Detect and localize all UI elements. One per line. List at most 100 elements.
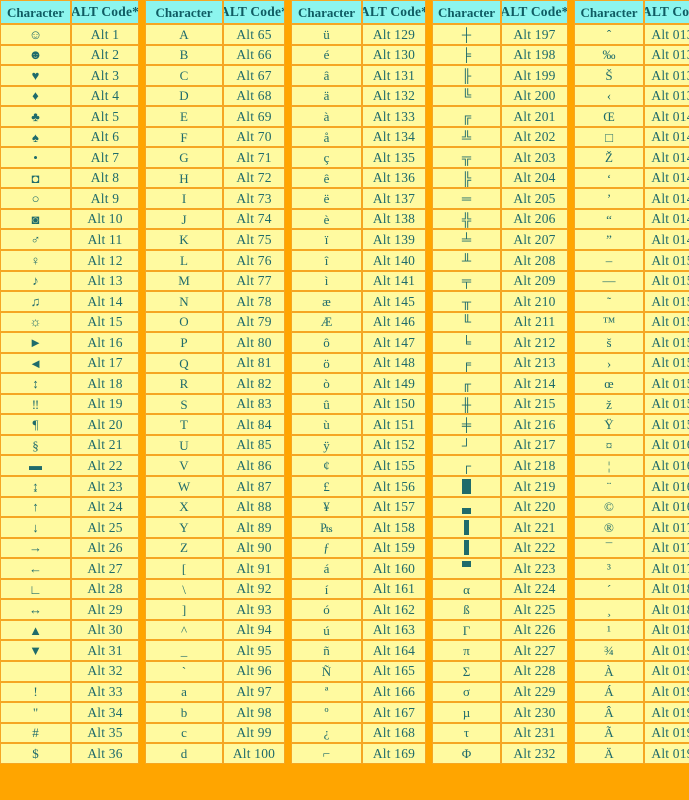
- character-cell: Γ: [432, 619, 501, 641]
- table-row: X Alt 88: [145, 496, 285, 518]
- character-cell: b: [145, 702, 223, 723]
- character-cell: P: [145, 332, 223, 353]
- alt-code-cell: Alt 81: [223, 352, 285, 374]
- alt-code-cell: Alt 169: [362, 743, 426, 764]
- character-cell: ↑: [0, 496, 71, 518]
- alt-code-cell: Alt 228: [501, 660, 568, 682]
- table-row: ☺ Alt 1: [0, 24, 139, 45]
- character-cell: [432, 537, 501, 559]
- table-row: N Alt 78: [145, 291, 285, 312]
- character-cell: X: [145, 496, 223, 518]
- alt-code-cell: Alt 167: [362, 702, 426, 723]
- character-cell: □: [574, 126, 644, 148]
- alt-code-cell: Alt 0145: [644, 167, 689, 189]
- alt-code-cell: Alt 211: [501, 311, 568, 333]
- table-row: π Alt 227: [432, 640, 568, 661]
- table-row: ╦ Alt 203: [432, 147, 568, 168]
- alt-code-cell: Alt 130: [362, 44, 426, 66]
- character-cell: ¦: [574, 455, 644, 477]
- alt-code-cell: Alt 147: [362, 332, 426, 353]
- alt-code-cell: Alt 32: [71, 660, 139, 682]
- character-cell: ò: [291, 373, 362, 394]
- alt-code-cell: Alt 26: [71, 537, 139, 559]
- alt-code-cell: Alt 0174: [644, 517, 689, 538]
- character-cell: ☺: [0, 24, 71, 45]
- character-cell: ë: [291, 188, 362, 209]
- character-cell: ‘: [574, 167, 644, 189]
- alt-code-cell: Alt 77: [223, 270, 285, 292]
- table-row: D Alt 68: [145, 85, 285, 107]
- alt-code-cell: Alt 66: [223, 44, 285, 66]
- table-row: ¶ Alt 20: [0, 414, 139, 435]
- alt-code-cell: Alt 34: [71, 702, 139, 723]
- alt-code-cell: Alt 218: [501, 455, 568, 477]
- alt-code-cell: Alt 20: [71, 414, 139, 435]
- alt-code-cell: Alt 31: [71, 640, 139, 661]
- block-lower-icon: [462, 507, 471, 514]
- character-cell: ╔: [432, 106, 501, 127]
- character-cell: ¸: [574, 599, 644, 620]
- table-row: b Alt 98: [145, 702, 285, 723]
- table-row: æ Alt 145: [291, 291, 426, 312]
- table-row: ∟ Alt 28: [0, 578, 139, 600]
- character-cell: Z: [145, 537, 223, 559]
- table-row: ╩ Alt 202: [432, 126, 568, 148]
- table-row: # Alt 35: [0, 722, 139, 744]
- table-row: c Alt 99: [145, 722, 285, 744]
- alt-code-cell: Alt 129: [362, 24, 426, 45]
- table-row: Æ Alt 146: [291, 311, 426, 333]
- table-row: ŽAlt 0142: [574, 147, 689, 168]
- table-row: M Alt 77: [145, 270, 285, 292]
- table-row: ☻ Alt 2: [0, 44, 139, 66]
- alt-code-cell: Alt 0180: [644, 578, 689, 600]
- character-cell: ♥: [0, 65, 71, 86]
- character-cell: ù: [291, 414, 362, 435]
- character-cell: $: [0, 743, 71, 764]
- alt-code-cell: Alt 232: [501, 743, 568, 764]
- character-cell: L: [145, 250, 223, 271]
- alt-code-cell: Alt 0138: [644, 65, 689, 86]
- table-row: é Alt 130: [291, 44, 426, 66]
- character-cell: ┌: [432, 455, 501, 477]
- block-left-icon: [464, 519, 469, 535]
- table-row: ¢ Alt 155: [291, 455, 426, 477]
- character-cell: ´: [574, 578, 644, 600]
- alt-code-cell: Alt 89: [223, 517, 285, 538]
- alt-code-cell: Alt 13: [71, 270, 139, 292]
- character-cell: ♂: [0, 229, 71, 251]
- table-row: º Alt 167: [291, 702, 426, 723]
- table-row: ò Alt 149: [291, 373, 426, 394]
- character-cell: ä: [291, 85, 362, 107]
- alt-code-cell: Alt 0142: [644, 147, 689, 168]
- character-cell: ¨: [574, 476, 644, 497]
- table-row: ‼ Alt 19: [0, 393, 139, 415]
- alt-code-cell: Alt 215: [501, 393, 568, 415]
- character-cell: œ: [574, 373, 644, 394]
- alt-code-cell: Alt 1: [71, 24, 139, 45]
- alt-code-cell: Alt 88: [223, 496, 285, 518]
- character-cell: Ã: [574, 722, 644, 744]
- table-header-row: CharacterALT Code*: [145, 0, 285, 24]
- table-row: ╤ Alt 209: [432, 270, 568, 292]
- character-cell: ₧: [291, 517, 362, 538]
- character-cell: ↔: [0, 599, 71, 620]
- character-cell: Á: [574, 681, 644, 703]
- alt-code-cell: Alt 5: [71, 106, 139, 127]
- character-cell: ó: [291, 599, 362, 620]
- alt-code-cell: Alt 36: [71, 743, 139, 764]
- alt-code-cell: Alt 141: [362, 270, 426, 292]
- alt-code-cell: Alt 151: [362, 414, 426, 435]
- table-row: Alt 223: [432, 558, 568, 579]
- table-row: ŸAlt 0159: [574, 414, 689, 435]
- character-cell: ↓: [0, 517, 71, 538]
- character-cell: ╟: [432, 65, 501, 86]
- character-cell: A: [145, 24, 223, 45]
- alt-code-cell: Alt 156: [362, 476, 426, 497]
- block-upper-icon: [462, 561, 471, 568]
- alt-code-cell: Alt 3: [71, 65, 139, 86]
- character-cell: “: [574, 208, 644, 230]
- character-cell: ◘: [0, 167, 71, 189]
- character-cell: O: [145, 311, 223, 333]
- character-cell: Ñ: [291, 660, 362, 682]
- character-cell: α: [432, 578, 501, 600]
